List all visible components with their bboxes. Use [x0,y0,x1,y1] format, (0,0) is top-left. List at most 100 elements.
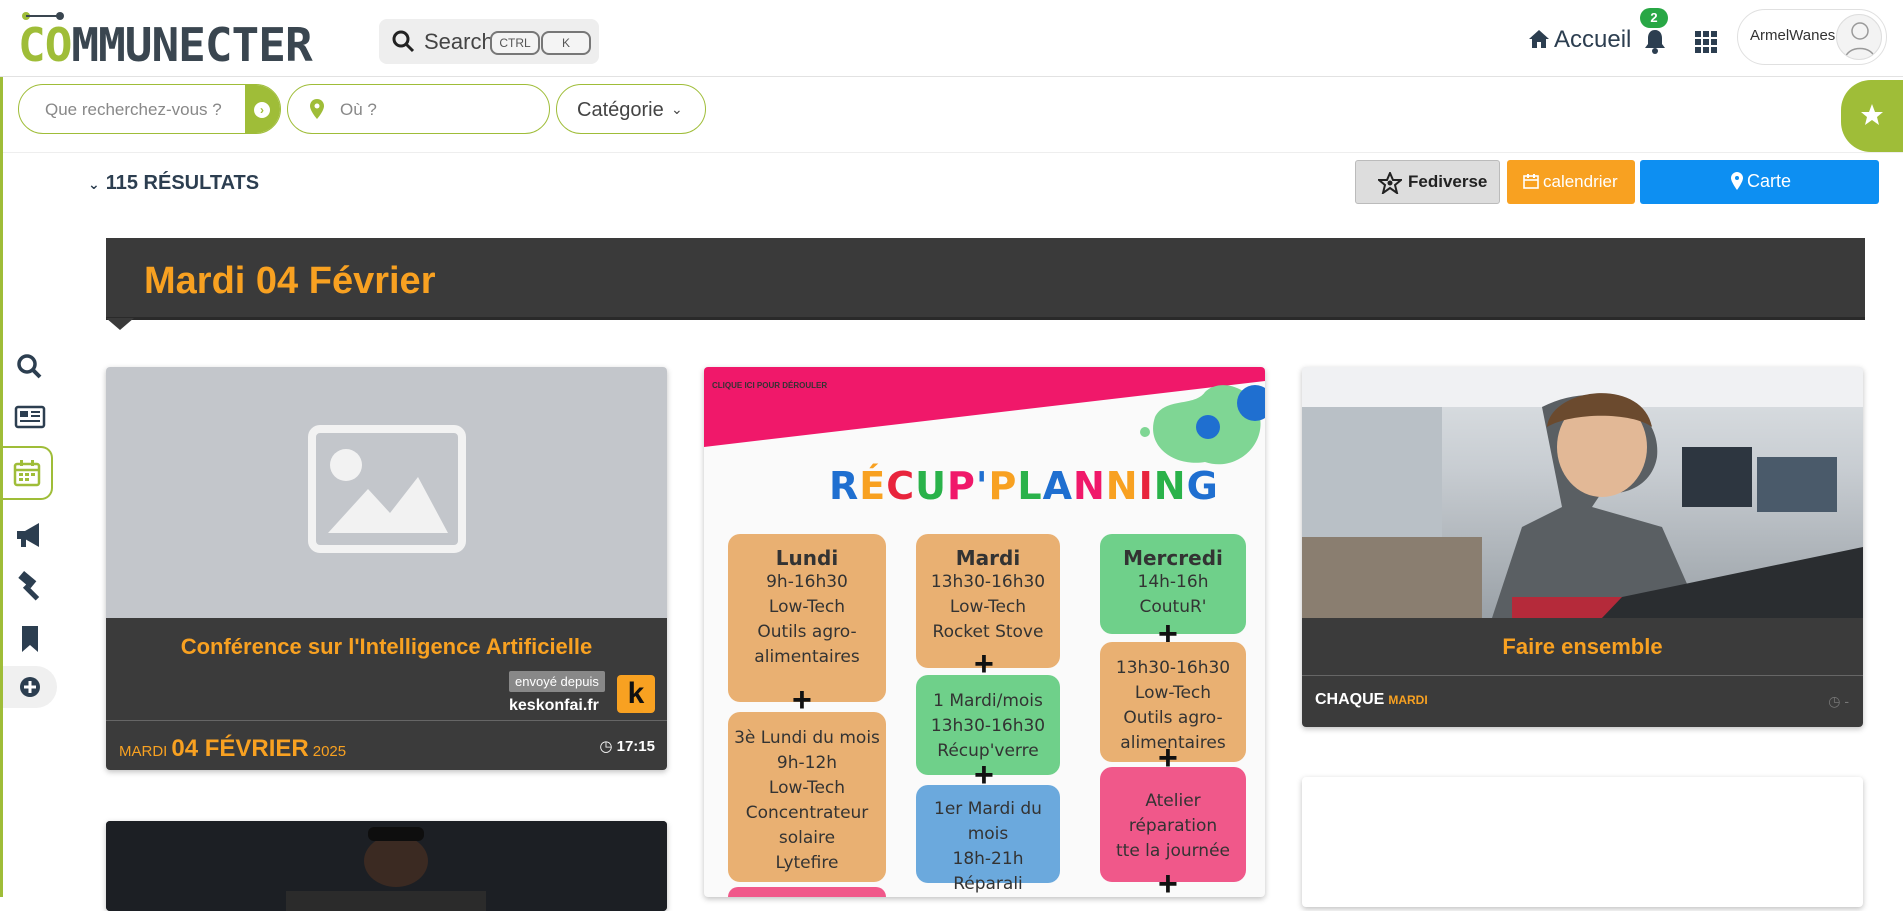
image-placeholder-icon [308,425,466,553]
event-day-name: MARDI [119,743,168,760]
sidebar-item-agenda[interactable] [3,446,53,500]
filter-bar: Que recherchez-vous ? › Où ? Catégorie ⌄ [0,77,1903,153]
clock-icon: ◷ - [1828,693,1849,709]
event-card-recup-planning[interactable]: CLIQUE ICI POUR DÉROULER RÉCUP'PLANNING … [704,367,1265,897]
category-label: Catégorie [577,99,664,121]
map-marker-icon [310,99,324,119]
hammer-icon[interactable] [13,570,47,604]
keskonfai-logo: k [617,675,655,713]
event-card-partial-photo[interactable] [106,821,667,911]
date-header-title: Mardi 04 Février [144,260,436,302]
recurrence: CHAQUE MARDI [1315,691,1428,709]
star-icon [1861,104,1883,125]
chevron-down-icon: ⌄ [88,176,100,192]
event-time: ◷ 17:15 [599,738,655,755]
planning-line: 9h-12h [776,753,838,773]
planning-day-label: Mercredi [1123,546,1223,570]
event-photo [1302,367,1863,618]
event-photo [106,821,667,911]
calendar-icon [13,460,41,487]
planning-line: Low-Tech [768,778,846,798]
results-count[interactable]: ⌄ 115 RÉSULTATS [88,172,259,195]
planning-next-block [728,887,886,897]
user-menu[interactable]: ArmelWanes [1737,9,1887,65]
planning-line: 9h-16h30 [766,572,848,592]
planning-line: Low-Tech [1134,683,1212,703]
username: ArmelWanes [1750,27,1836,44]
calendar-icon [1523,174,1539,189]
planning-lundi-block: Lundi 9h-16h30 Low-Tech Outils agro- ali… [728,534,886,702]
planning-line: Outils agro- [1123,708,1223,728]
planning-line: alimentaires [754,647,860,667]
event-title[interactable]: Conférence sur l'Intelligence Artificiel… [106,634,667,660]
fediverse-label: Fediverse [1408,172,1488,191]
where-placeholder: Où ? [340,100,377,119]
recurrence-label: CHAQUE [1315,691,1385,708]
planning-line: Rocket Stove [932,622,1044,642]
planning-line: Réparali [953,874,1023,894]
what-search-field[interactable]: Que recherchez-vous ? › [18,84,281,134]
add-button[interactable] [3,666,57,708]
home-link[interactable]: Accueil [1528,26,1631,54]
shortcut-ctrl-key: CTRL [490,31,540,55]
map-button[interactable]: Carte [1640,160,1879,204]
event-card-faire-ensemble[interactable]: Faire ensemble CHAQUE MARDI ◷ - [1302,367,1863,727]
bookmark-icon[interactable] [13,622,47,656]
planning-line: Atelier [1145,791,1201,811]
apps-grid-icon[interactable] [1694,30,1718,54]
category-dropdown[interactable]: Catégorie ⌄ [556,84,706,134]
planning-lundi-block-2: 3è Lundi du mois 9h-12h Low-Tech Concent… [728,712,886,882]
event-time-value: 17:15 [616,738,655,755]
search-icon [392,30,415,53]
shortcut-k-key: K [541,31,591,55]
event-card-info: Faire ensemble [1302,618,1863,675]
megaphone-icon[interactable] [13,518,47,552]
event-card-conference[interactable]: Conférence sur l'Intelligence Artificiel… [106,367,667,770]
event-recurrence-bar: CHAQUE MARDI ◷ - [1302,675,1863,727]
event-title[interactable]: Faire ensemble [1302,634,1863,660]
planning-line: 13h30-16h30 [930,716,1046,736]
planning-line: Low-Tech [768,597,846,617]
search-label: Search [424,29,494,54]
logo-text: COMMUNECTER [18,18,313,72]
planning-line: réparation [1128,816,1218,836]
event-year: 2025 [312,743,347,760]
global-search-button[interactable]: Search CTRL K [379,19,599,64]
planning-line: Low-Tech [949,597,1027,617]
poster-heading: RÉCUP'PLANNING [829,464,1219,508]
favorites-button[interactable] [1841,80,1903,152]
planning-mardi-block-3: 1er Mardi du mois 18h-21h Réparali [916,785,1060,894]
search-icon[interactable] [13,350,47,384]
image-placeholder [106,367,667,618]
what-placeholder: Que recherchez-vous ? [45,100,222,119]
communecter-logo[interactable]: COMMUNECTER [18,8,368,70]
recurrence-day: MARDI [1388,693,1428,707]
calendar-button[interactable]: calendrier [1507,160,1635,204]
planning-line: solaire [778,828,836,848]
date-header: Mardi 04 Février [106,238,1865,330]
side-nav [3,340,57,710]
planning-line: 14h-16h [1137,572,1209,592]
planning-line: Outils agro- [757,622,857,642]
map-label: Carte [1747,171,1792,191]
map-marker-icon [1731,172,1743,190]
top-bar: COMMUNECTER Search CTRL K Accueil 2 Arme… [0,0,1903,77]
planning-line: 18h-21h [952,849,1024,869]
poster-click-hint: CLIQUE ICI POUR DÉROULER [712,381,828,390]
where-search-field[interactable]: Où ? [287,84,550,134]
bell-icon[interactable] [1643,28,1667,54]
plus-icon: + [792,681,812,719]
newspaper-icon[interactable] [13,400,47,434]
avatar [1836,14,1882,60]
source-link[interactable]: keskonfai.fr [509,697,599,715]
event-time-value: - [1844,693,1849,709]
sent-from-label: envoyé depuis [509,671,605,692]
home-label: Accueil [1554,26,1632,53]
fediverse-button[interactable]: Fediverse [1355,160,1500,204]
search-submit-button[interactable]: › [245,85,280,133]
event-date-bar: MARDI 04 FÉVRIER 2025 ◷ 17:15 [106,720,667,770]
event-card-partial[interactable] [1302,777,1863,907]
planning-line: 13h30-16h30 [1115,658,1231,678]
planning-line: Lytefire [775,853,839,873]
arrow-right-icon: › [254,102,270,118]
